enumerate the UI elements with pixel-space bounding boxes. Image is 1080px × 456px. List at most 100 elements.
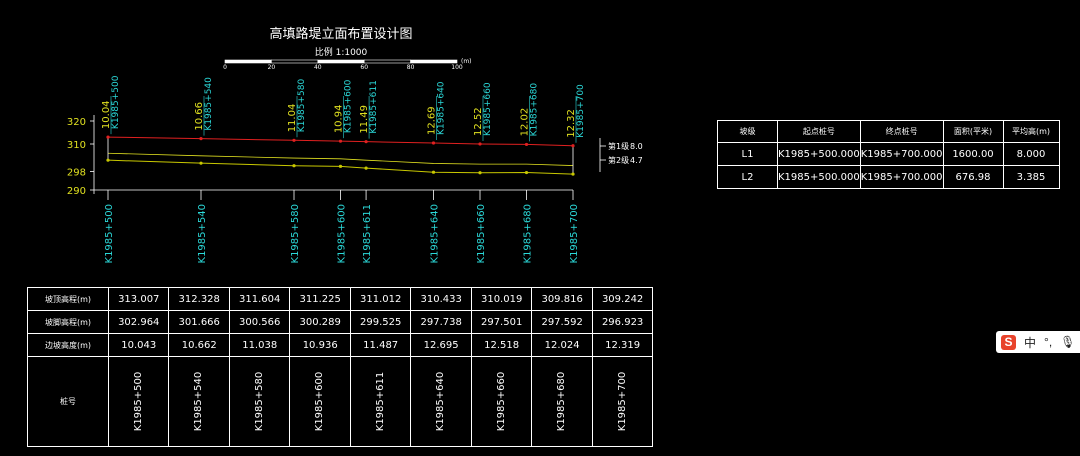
station-label: K1985+600	[314, 371, 326, 432]
level-cell: L2	[717, 165, 778, 189]
level-header-end: 终点桩号	[859, 120, 944, 143]
row-stations: 桩号 K1985+500 K1985+540 K1985+580 K1985+6…	[27, 356, 654, 447]
station-label: K1985+500	[133, 371, 145, 432]
table-cell: 311.012	[349, 287, 412, 311]
table-cell: 313.007	[107, 287, 170, 311]
scale-bar-segment	[224, 59, 272, 64]
table-cell: 310.019	[470, 287, 533, 311]
station-label: K1985+540	[193, 371, 205, 432]
profile-data-table: 坡顶高程(m) 313.007 312.328 311.604 311.225 …	[27, 287, 654, 447]
level-note-label: 第1级	[608, 141, 629, 151]
table-cell: 300.289	[289, 310, 351, 334]
row-label: 坡顶高程(m)	[27, 287, 109, 311]
level-note-value: 8.0	[630, 142, 643, 151]
ime-toolbar[interactable]: S 中 °, 🎙	[996, 331, 1080, 353]
station-axis-label: K1985+540	[197, 204, 208, 263]
level-row: L2 K1985+500.000 K1985+700.000 676.98 3.…	[717, 165, 1060, 189]
level-cell: 8.000	[1002, 142, 1060, 166]
scale-bar-segment	[271, 59, 319, 64]
table-cell: 10.043	[107, 333, 170, 357]
level-cell: 3.385	[1002, 165, 1060, 189]
top-point	[524, 142, 529, 147]
top-point	[478, 142, 482, 146]
table-cell: 296.923	[591, 310, 654, 334]
scale-label: 比例 1:1000	[315, 46, 368, 58]
toe-point	[478, 171, 482, 175]
level-cell: 1600.00	[942, 142, 1004, 166]
table-cell: 12.319	[591, 333, 654, 357]
station-top-label: K1985+660	[483, 82, 493, 136]
station-label: K1985+580	[254, 371, 266, 432]
row-slope-height: 边坡高度(m) 10.043 10.662 11.038 10.936 11.4…	[27, 333, 654, 357]
scale-tick: 60	[360, 64, 368, 71]
table-cell: 12.518	[470, 333, 533, 357]
level-header-grade: 坡级	[717, 120, 778, 143]
level-row: L1 K1985+500.000 K1985+700.000 1600.00 8…	[717, 142, 1060, 166]
toe-point	[571, 172, 575, 176]
table-cell: 12.695	[410, 333, 472, 357]
station-top-label: K1985+680	[530, 83, 540, 137]
table-cell: K1985+640	[410, 356, 472, 447]
top-point	[571, 144, 575, 148]
top-point	[292, 138, 296, 142]
top-point	[431, 141, 436, 145]
table-cell: 302.964	[107, 310, 170, 334]
table-cell: K1985+611	[349, 356, 412, 447]
table-cell: 297.592	[531, 310, 593, 334]
station-axis-label: K1985+600	[337, 204, 348, 263]
table-cell: 300.566	[228, 310, 291, 334]
scale-unit: (m)	[461, 58, 472, 65]
scale-tick: 80	[407, 64, 415, 71]
table-cell: 297.738	[410, 310, 472, 334]
scale-bar-segment	[363, 59, 411, 64]
table-cell: K1985+680	[531, 356, 593, 447]
station-axis-label: K1985+660	[476, 204, 487, 263]
station-axis-label: K1985+640	[430, 204, 441, 263]
level-cell: K1985+500.000	[777, 142, 861, 166]
station-top-label: K1985+540	[204, 77, 214, 131]
level-header-start: 起点桩号	[777, 120, 861, 143]
level-note-value: 4.7	[630, 156, 643, 165]
level-cell: 676.98	[942, 165, 1004, 189]
scale-tick: 20	[268, 64, 276, 71]
toe-point	[199, 161, 203, 165]
station-axis-label: K1985+500	[104, 204, 115, 263]
level-header-area: 面积(平米)	[942, 120, 1004, 143]
toe-point	[106, 158, 110, 162]
level-note-label: 第2级	[608, 155, 629, 165]
table-cell: K1985+700	[591, 356, 654, 447]
sogou-logo-icon[interactable]: S	[1001, 334, 1016, 350]
y-tick-label: 290	[67, 186, 86, 197]
microphone-icon[interactable]: 🎙	[1060, 335, 1075, 349]
station-label: K1985+640	[435, 371, 447, 432]
table-cell: 299.525	[349, 310, 412, 334]
station-top-label: K1985+580	[297, 79, 307, 133]
scale-tick: 40	[314, 64, 322, 71]
station-axis-label: K1985+680	[523, 204, 534, 263]
top-point	[199, 137, 203, 141]
table-cell: K1985+580	[228, 356, 291, 447]
row-label: 边坡高度(m)	[27, 333, 109, 357]
table-cell: 312.328	[168, 287, 230, 311]
table-cell: 311.225	[289, 287, 351, 311]
row-toe-elevation: 坡脚高程(m) 302.964 301.666 300.566 300.289 …	[27, 310, 654, 334]
station-axis-label: K1985+580	[290, 204, 301, 263]
table-cell: 12.024	[531, 333, 593, 357]
level-cell: K1985+700.000	[859, 142, 944, 166]
level-cell: K1985+500.000	[777, 165, 861, 189]
station-top-label: K1985+640	[437, 81, 447, 135]
station-label: K1985+660	[496, 371, 508, 432]
ime-mode-toggle[interactable]: 中	[1024, 334, 1036, 351]
station-label: K1985+611	[375, 371, 387, 432]
table-cell: 10.936	[289, 333, 351, 357]
table-cell: K1985+660	[470, 356, 533, 447]
ime-punctuation-toggle[interactable]: °,	[1044, 335, 1052, 349]
slope-level-table: 坡级 起点桩号 终点桩号 面积(平米) 平均高(m) L1 K1985+500.…	[717, 120, 1060, 189]
station-axis-label: K1985+611	[362, 204, 373, 263]
table-cell: 309.816	[531, 287, 593, 311]
level-header-avg-height: 平均高(m)	[1002, 120, 1060, 143]
y-tick-label: 310	[67, 140, 86, 151]
station-label: K1985+680	[556, 371, 568, 432]
scale-tick: 0	[223, 64, 227, 71]
toe-point	[364, 166, 368, 170]
